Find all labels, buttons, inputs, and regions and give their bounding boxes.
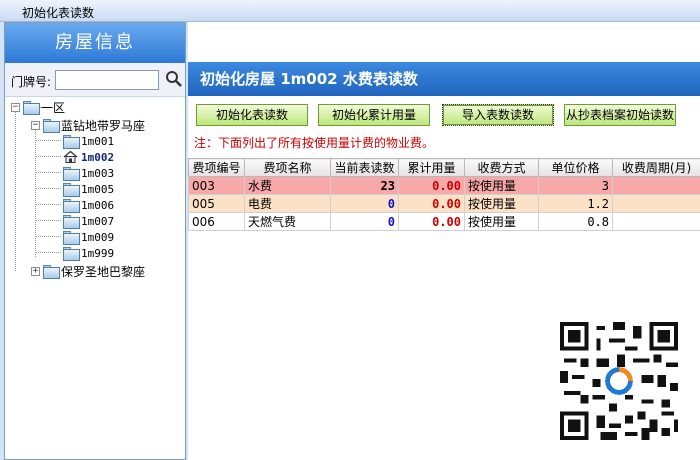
tree-leaf[interactable]: 1m001 [63, 133, 114, 149]
charge-cycle [612, 194, 700, 213]
blank-area [188, 22, 700, 62]
unit-label: 1m005 [81, 182, 115, 196]
unit-label: 1m002 [81, 150, 115, 164]
table-header: 费项编号 费项名称 当前表读数 累计用量 收费方式 单位价格 收费周期(月) [188, 158, 700, 177]
folder-icon [63, 199, 80, 213]
init-reading-button[interactable]: 初始化表读数 [196, 104, 308, 126]
import-reading-button[interactable]: 导入表数读数 [442, 104, 554, 126]
tree-node-building1[interactable]: − 蓝钻地带罗马座 [31, 117, 145, 133]
col-header[interactable]: 单位价格 [538, 158, 613, 177]
current-reading[interactable]: 0 [330, 194, 399, 213]
tree-leaf[interactable]: 1m009 [63, 229, 114, 245]
door-number-label: 门牌号: [11, 75, 52, 89]
search-row: 门牌号: [5, 63, 185, 97]
search-icon[interactable] [165, 70, 183, 88]
unit-price: 1.2 [538, 194, 613, 213]
fee-code: 006 [188, 212, 245, 231]
window-title: 初始化表读数 [0, 0, 700, 22]
fee-name: 水费 [244, 176, 331, 195]
folder-icon [63, 231, 80, 245]
house-icon [63, 151, 78, 163]
tree-leaf[interactable]: 1m006 [63, 197, 114, 213]
folder-icon [43, 265, 60, 279]
col-header[interactable]: 收费周期(月) [612, 158, 700, 177]
cumulative-usage[interactable]: 0.00 [398, 176, 465, 195]
charge-method: 按使用量 [464, 194, 539, 213]
collapse-icon[interactable]: − [31, 120, 40, 130]
col-header[interactable]: 收费方式 [464, 158, 539, 177]
table-row[interactable]: 006 天燃气费 0 0.00 按使用量 0.8 [188, 212, 700, 231]
qr-code [560, 322, 678, 440]
fee-name: 电费 [244, 194, 331, 213]
collapse-icon[interactable]: − [11, 102, 20, 112]
folder-icon [63, 247, 80, 261]
door-number-input[interactable] [55, 70, 159, 90]
fee-name: 天燃气费 [244, 212, 331, 231]
col-header[interactable]: 累计用量 [398, 158, 465, 177]
folder-icon [63, 167, 80, 181]
folder-icon [43, 119, 60, 133]
init-from-archive-button[interactable]: 从抄表档案初始读数 [564, 104, 676, 126]
tree-node-zone1[interactable]: − 一区 [11, 99, 65, 115]
tree-node-building2[interactable]: + 保罗圣地巴黎座 [31, 263, 145, 279]
table-row[interactable]: 003 水费 23 0.00 按使用量 3 [188, 176, 700, 195]
folder-icon [63, 215, 80, 229]
unit-price: 3 [538, 176, 613, 195]
charge-method: 按使用量 [464, 212, 539, 231]
charge-cycle [612, 212, 700, 231]
charge-method: 按使用量 [464, 176, 539, 195]
charge-cycle [612, 176, 700, 195]
current-reading[interactable]: 0 [330, 212, 399, 231]
tree-label: 蓝钻地带罗马座 [61, 118, 146, 133]
tree-leaf[interactable]: 1m005 [63, 181, 114, 197]
col-header[interactable]: 当前表读数 [330, 158, 399, 177]
tree-label: 保罗圣地巴黎座 [61, 264, 146, 279]
main-panel: 初始化房屋 1m002 水费表读数 初始化表读数 初始化累计用量 导入表数读数 … [188, 22, 700, 460]
unit-label: 1m999 [81, 246, 115, 260]
panel-title: 房屋信息 [5, 23, 185, 63]
tree-leaf[interactable]: 1m999 [63, 245, 114, 261]
fee-code: 003 [188, 176, 245, 195]
cumulative-usage[interactable]: 0.00 [398, 194, 465, 213]
fee-code: 005 [188, 194, 245, 213]
col-header[interactable]: 费项编号 [188, 158, 245, 177]
col-header[interactable]: 费项名称 [244, 158, 331, 177]
tree-leaf[interactable]: 1m003 [63, 165, 114, 181]
folder-icon [63, 183, 80, 197]
tree-leaf[interactable]: 1m007 [63, 213, 114, 229]
note-text: 注：下面列出了所有按使用量计费的物业费。 [194, 136, 435, 150]
folder-icon [23, 101, 40, 115]
house-info-panel: 房屋信息 门牌号: − 一区 − 蓝钻地带罗马座 1m001 1m002 1m0… [4, 22, 186, 460]
init-usage-button[interactable]: 初始化累计用量 [318, 104, 430, 126]
current-reading[interactable]: 23 [330, 176, 399, 195]
page-title: 初始化房屋 1m002 水费表读数 [188, 62, 700, 96]
unit-price: 0.8 [538, 212, 613, 231]
tree-leaf-selected[interactable]: 1m002 [63, 149, 114, 165]
unit-label: 1m009 [81, 230, 115, 244]
unit-label: 1m001 [81, 134, 115, 148]
cumulative-usage[interactable]: 0.00 [398, 212, 465, 231]
unit-label: 1m003 [81, 166, 115, 180]
table-row[interactable]: 005 电费 0 0.00 按使用量 1.2 [188, 194, 700, 213]
unit-label: 1m007 [81, 214, 115, 228]
fee-table: 费项编号 费项名称 当前表读数 累计用量 收费方式 单位价格 收费周期(月) 0… [188, 158, 700, 231]
expand-icon[interactable]: + [31, 266, 40, 276]
unit-label: 1m006 [81, 198, 115, 212]
folder-icon [63, 135, 80, 149]
tree-label: 一区 [41, 100, 66, 115]
